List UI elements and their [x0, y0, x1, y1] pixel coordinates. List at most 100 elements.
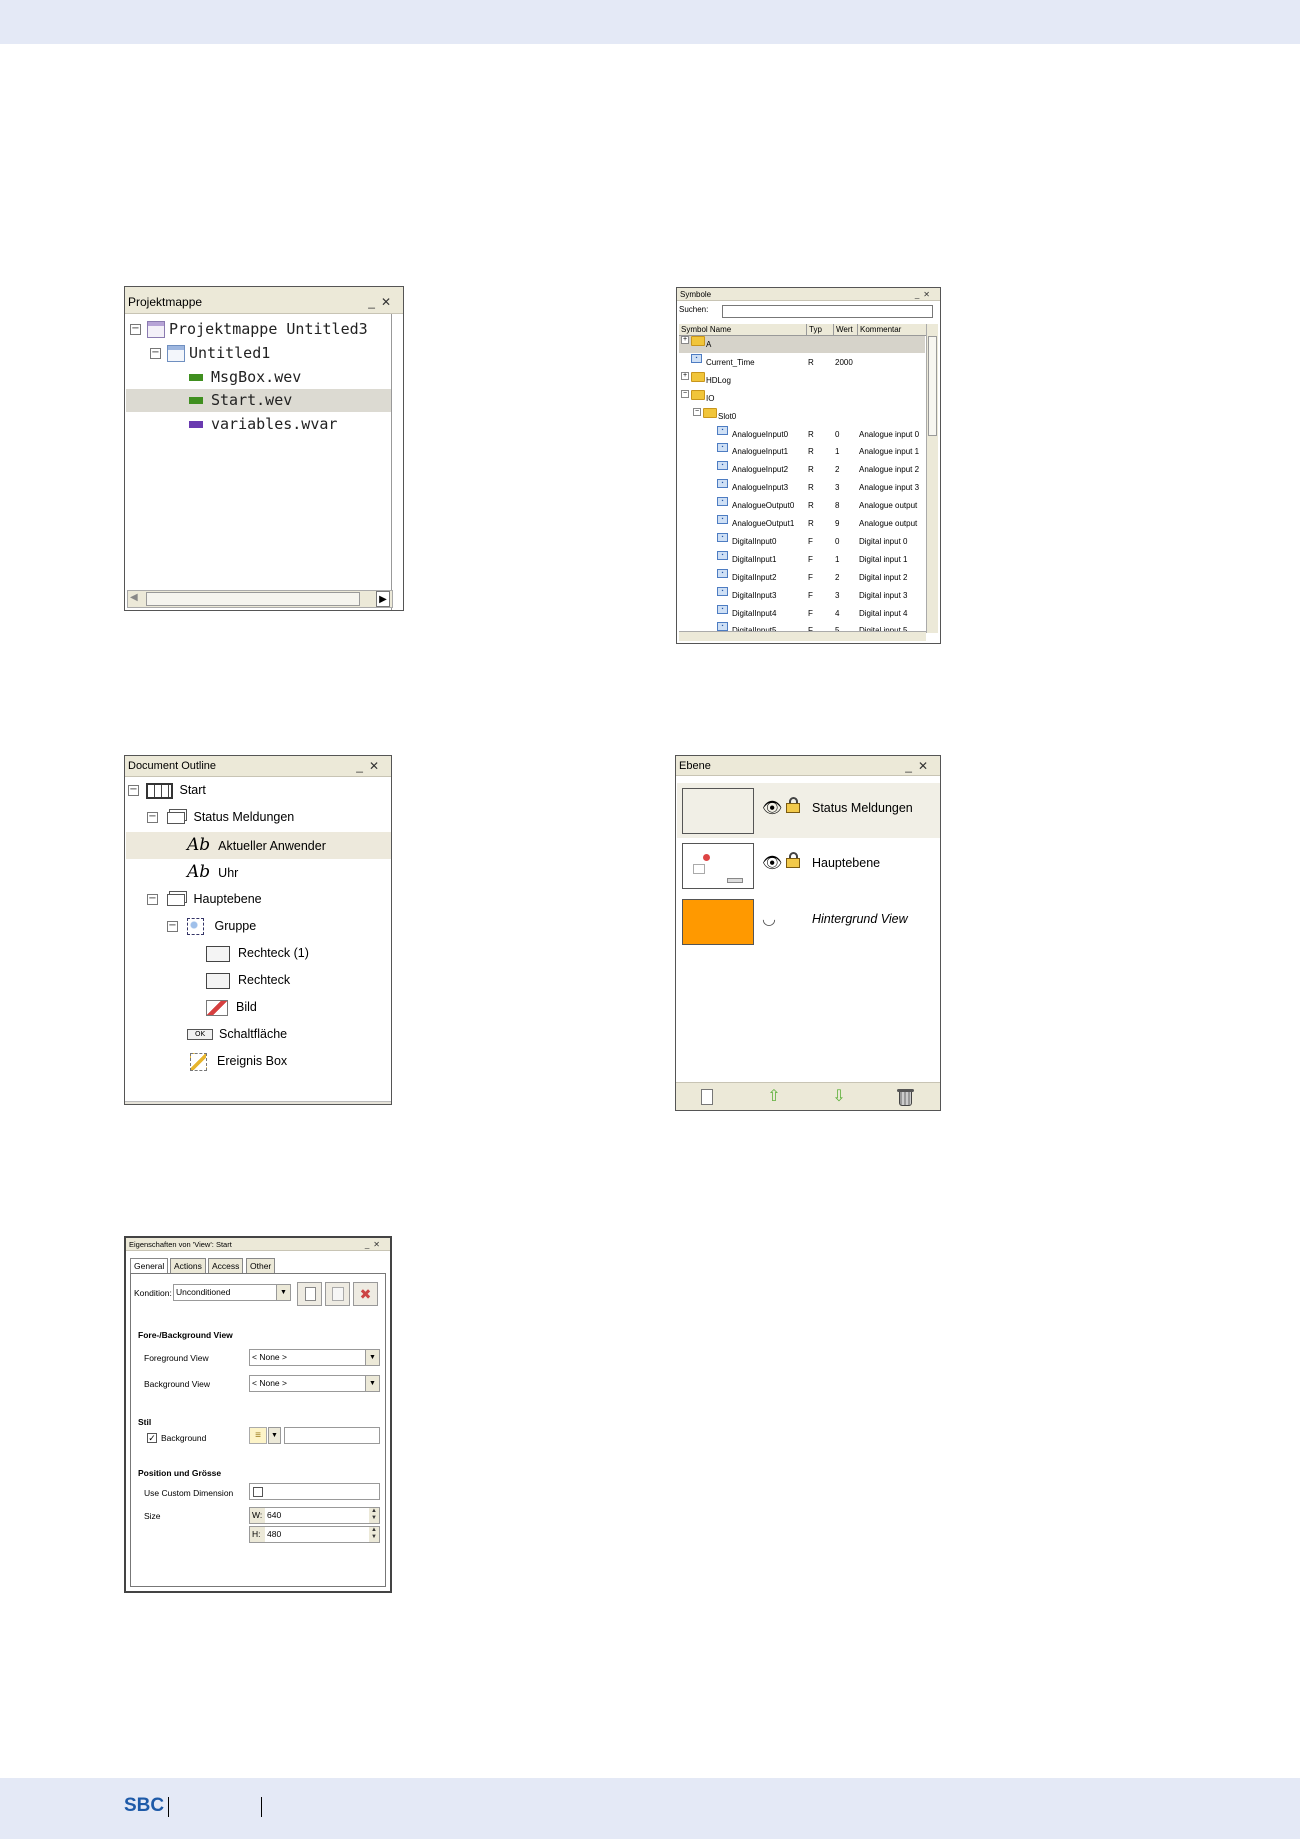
tab-other[interactable]: Other	[246, 1258, 276, 1273]
tab-access[interactable]: Access	[208, 1258, 244, 1273]
collapse-icon[interactable]: −	[150, 348, 161, 359]
minimize-icon[interactable]: _	[905, 759, 918, 773]
eye-icon[interactable]: 👁	[762, 853, 782, 873]
outline-item-rectangle[interactable]: Rechteck (1)	[206, 940, 309, 967]
scroll-left-icon[interactable]: ◀	[130, 592, 138, 603]
table-row[interactable]: ▪ AnalogueInput1 R 1 Analogue input 1	[679, 443, 925, 460]
delete-condition-button[interactable]: ✖	[353, 1282, 378, 1306]
table-row[interactable]: ▪ DigitalInput1 F 1 Digital input 1	[679, 550, 925, 568]
background-checkbox[interactable]: ✓	[147, 1433, 157, 1443]
layer-row[interactable]: 👁 Status Meldungen	[677, 783, 940, 838]
expand-icon[interactable]: +	[681, 336, 689, 344]
close-icon[interactable]: ✕	[373, 1240, 384, 1249]
tree-item-file[interactable]: Start.wev	[189, 389, 292, 412]
column-header[interactable]: Symbol Name	[679, 324, 731, 336]
table-row[interactable]: ▪ AnalogueInput0 R 0 Analogue input 0	[679, 425, 925, 443]
background-color-swatch[interactable]: ≡	[249, 1427, 267, 1444]
table-row[interactable]: ▪ AnalogueInput2 R 2 Analogue input 2	[679, 461, 925, 478]
panel-title: Eigenschaften von 'View': Start	[129, 1240, 232, 1249]
unlock-icon[interactable]	[786, 797, 800, 813]
tree-item-file[interactable]: MsgBox.wev	[189, 366, 301, 389]
outline-item-image[interactable]: Bild	[206, 994, 257, 1021]
outline-item-layer[interactable]: − Hauptebene	[147, 886, 262, 913]
table-row[interactable]: ▪ AnalogueInput3 R 3 Analogue input 3	[679, 479, 925, 496]
table-row[interactable]: − IO	[679, 389, 925, 407]
horizontal-scrollbar[interactable]: ◀ ▶	[127, 590, 393, 608]
collapse-icon[interactable]: −	[167, 921, 178, 933]
close-icon[interactable]: ✕	[369, 759, 385, 773]
outline-item-group[interactable]: − Gruppe	[167, 913, 256, 940]
collapse-icon[interactable]: −	[147, 894, 158, 906]
table-row[interactable]: ▪ AnalogueOutput1 R 9 Analogue output	[679, 515, 925, 532]
collapse-icon[interactable]: −	[130, 324, 141, 335]
layer-row[interactable]: 👁 Hauptebene	[677, 838, 940, 893]
table-row[interactable]: + A	[679, 336, 925, 353]
table-row[interactable]: ▪ DigitalInput2 F 2 Digital input 2	[679, 568, 925, 586]
foreground-view-select[interactable]: < None > ▼	[249, 1349, 380, 1366]
chevron-down-icon[interactable]: ▼	[268, 1427, 281, 1444]
outline-item-text[interactable]: Ab Uhr	[187, 859, 238, 886]
scrollbar-thumb[interactable]	[928, 336, 937, 436]
width-field[interactable]: W: 640 ▲ ▼	[249, 1507, 380, 1524]
vertical-scrollbar[interactable]	[926, 324, 938, 633]
chevron-down-icon[interactable]: ▼	[365, 1350, 379, 1365]
outline-item-rectangle[interactable]: Rechteck	[206, 967, 290, 994]
column-header[interactable]: Wert	[833, 324, 853, 336]
outline-item-event-box[interactable]: Ereignis Box	[190, 1048, 287, 1075]
edit-condition-button[interactable]	[325, 1282, 350, 1306]
search-input[interactable]	[722, 305, 933, 318]
minimize-icon[interactable]: _	[368, 295, 381, 309]
kondition-select[interactable]: Unconditioned ▼	[173, 1284, 291, 1301]
height-field[interactable]: H: 480 ▲ ▼	[249, 1526, 380, 1543]
column-header[interactable]: Kommentar	[857, 324, 901, 336]
table-row[interactable]: − Slot0	[679, 407, 925, 425]
table-row[interactable]: ▪ Current_Time R 2000	[679, 353, 925, 371]
eye-closed-icon[interactable]: ◡	[762, 909, 776, 929]
horizontal-scrollbar[interactable]	[679, 631, 926, 641]
outline-item-layer[interactable]: − Status Meldungen	[147, 804, 294, 831]
new-condition-button[interactable]	[297, 1282, 322, 1306]
move-up-icon[interactable]: ⇧	[765, 1088, 783, 1106]
width-value[interactable]: 640	[265, 1508, 369, 1523]
spinner-icon[interactable]: ▲ ▼	[369, 1508, 379, 1523]
tree-item-project[interactable]: − Untitled1	[150, 342, 270, 365]
minimize-icon[interactable]: _	[356, 759, 369, 773]
eye-icon[interactable]: 👁	[762, 798, 782, 818]
table-row[interactable]: ▪ DigitalInput4 F 4 Digital input 4	[679, 604, 925, 622]
column-header[interactable]: Typ	[806, 324, 822, 336]
collapse-icon[interactable]: −	[147, 812, 158, 824]
outline-item-text[interactable]: Ab Aktueller Anwender	[187, 832, 326, 859]
table-row[interactable]: ▪ DigitalInput3 F 3 Digital input 3	[679, 586, 925, 604]
chevron-down-icon[interactable]: ▼	[276, 1285, 290, 1300]
outline-item-button[interactable]: OK Schaltfläche	[187, 1021, 287, 1048]
close-icon[interactable]: ✕	[923, 290, 934, 299]
table-row[interactable]: + HDLog	[679, 371, 925, 389]
tree-item-file[interactable]: variables.wvar	[189, 413, 337, 436]
collapse-icon[interactable]: −	[681, 389, 689, 398]
close-icon[interactable]: ✕	[381, 295, 397, 309]
background-view-select[interactable]: < None > ▼	[249, 1375, 380, 1392]
scroll-right-icon[interactable]: ▶	[376, 591, 390, 607]
tab-actions[interactable]: Actions	[170, 1258, 206, 1273]
collapse-icon[interactable]: −	[128, 785, 139, 797]
horizontal-scrollbar[interactable]	[125, 1101, 391, 1104]
scrollbar-thumb[interactable]	[146, 592, 360, 606]
table-row[interactable]: ▪ DigitalInput0 F 0 Digital input 0	[679, 532, 925, 550]
tree-item-solution[interactable]: − Projektmappe Untitled3	[130, 318, 368, 341]
new-layer-icon[interactable]	[698, 1088, 716, 1106]
chevron-down-icon[interactable]: ▼	[365, 1376, 379, 1391]
background-value-field[interactable]	[284, 1427, 380, 1444]
tab-general[interactable]: General	[130, 1258, 169, 1274]
custom-dimension-checkbox[interactable]	[253, 1487, 263, 1497]
outline-item-start[interactable]: − Start	[128, 777, 206, 804]
unlock-icon[interactable]	[786, 852, 800, 868]
trash-icon[interactable]	[896, 1088, 914, 1106]
layer-row[interactable]: ◡ Hintergrund View	[677, 894, 940, 949]
collapse-icon[interactable]: −	[693, 407, 701, 416]
move-down-icon[interactable]: ⇩	[830, 1088, 848, 1106]
expand-icon[interactable]: +	[681, 371, 689, 380]
spinner-icon[interactable]: ▲ ▼	[369, 1527, 379, 1542]
close-icon[interactable]: ✕	[918, 759, 934, 773]
table-row[interactable]: ▪ AnalogueOutput0 R 8 Analogue output	[679, 497, 925, 514]
height-value[interactable]: 480	[265, 1527, 369, 1542]
